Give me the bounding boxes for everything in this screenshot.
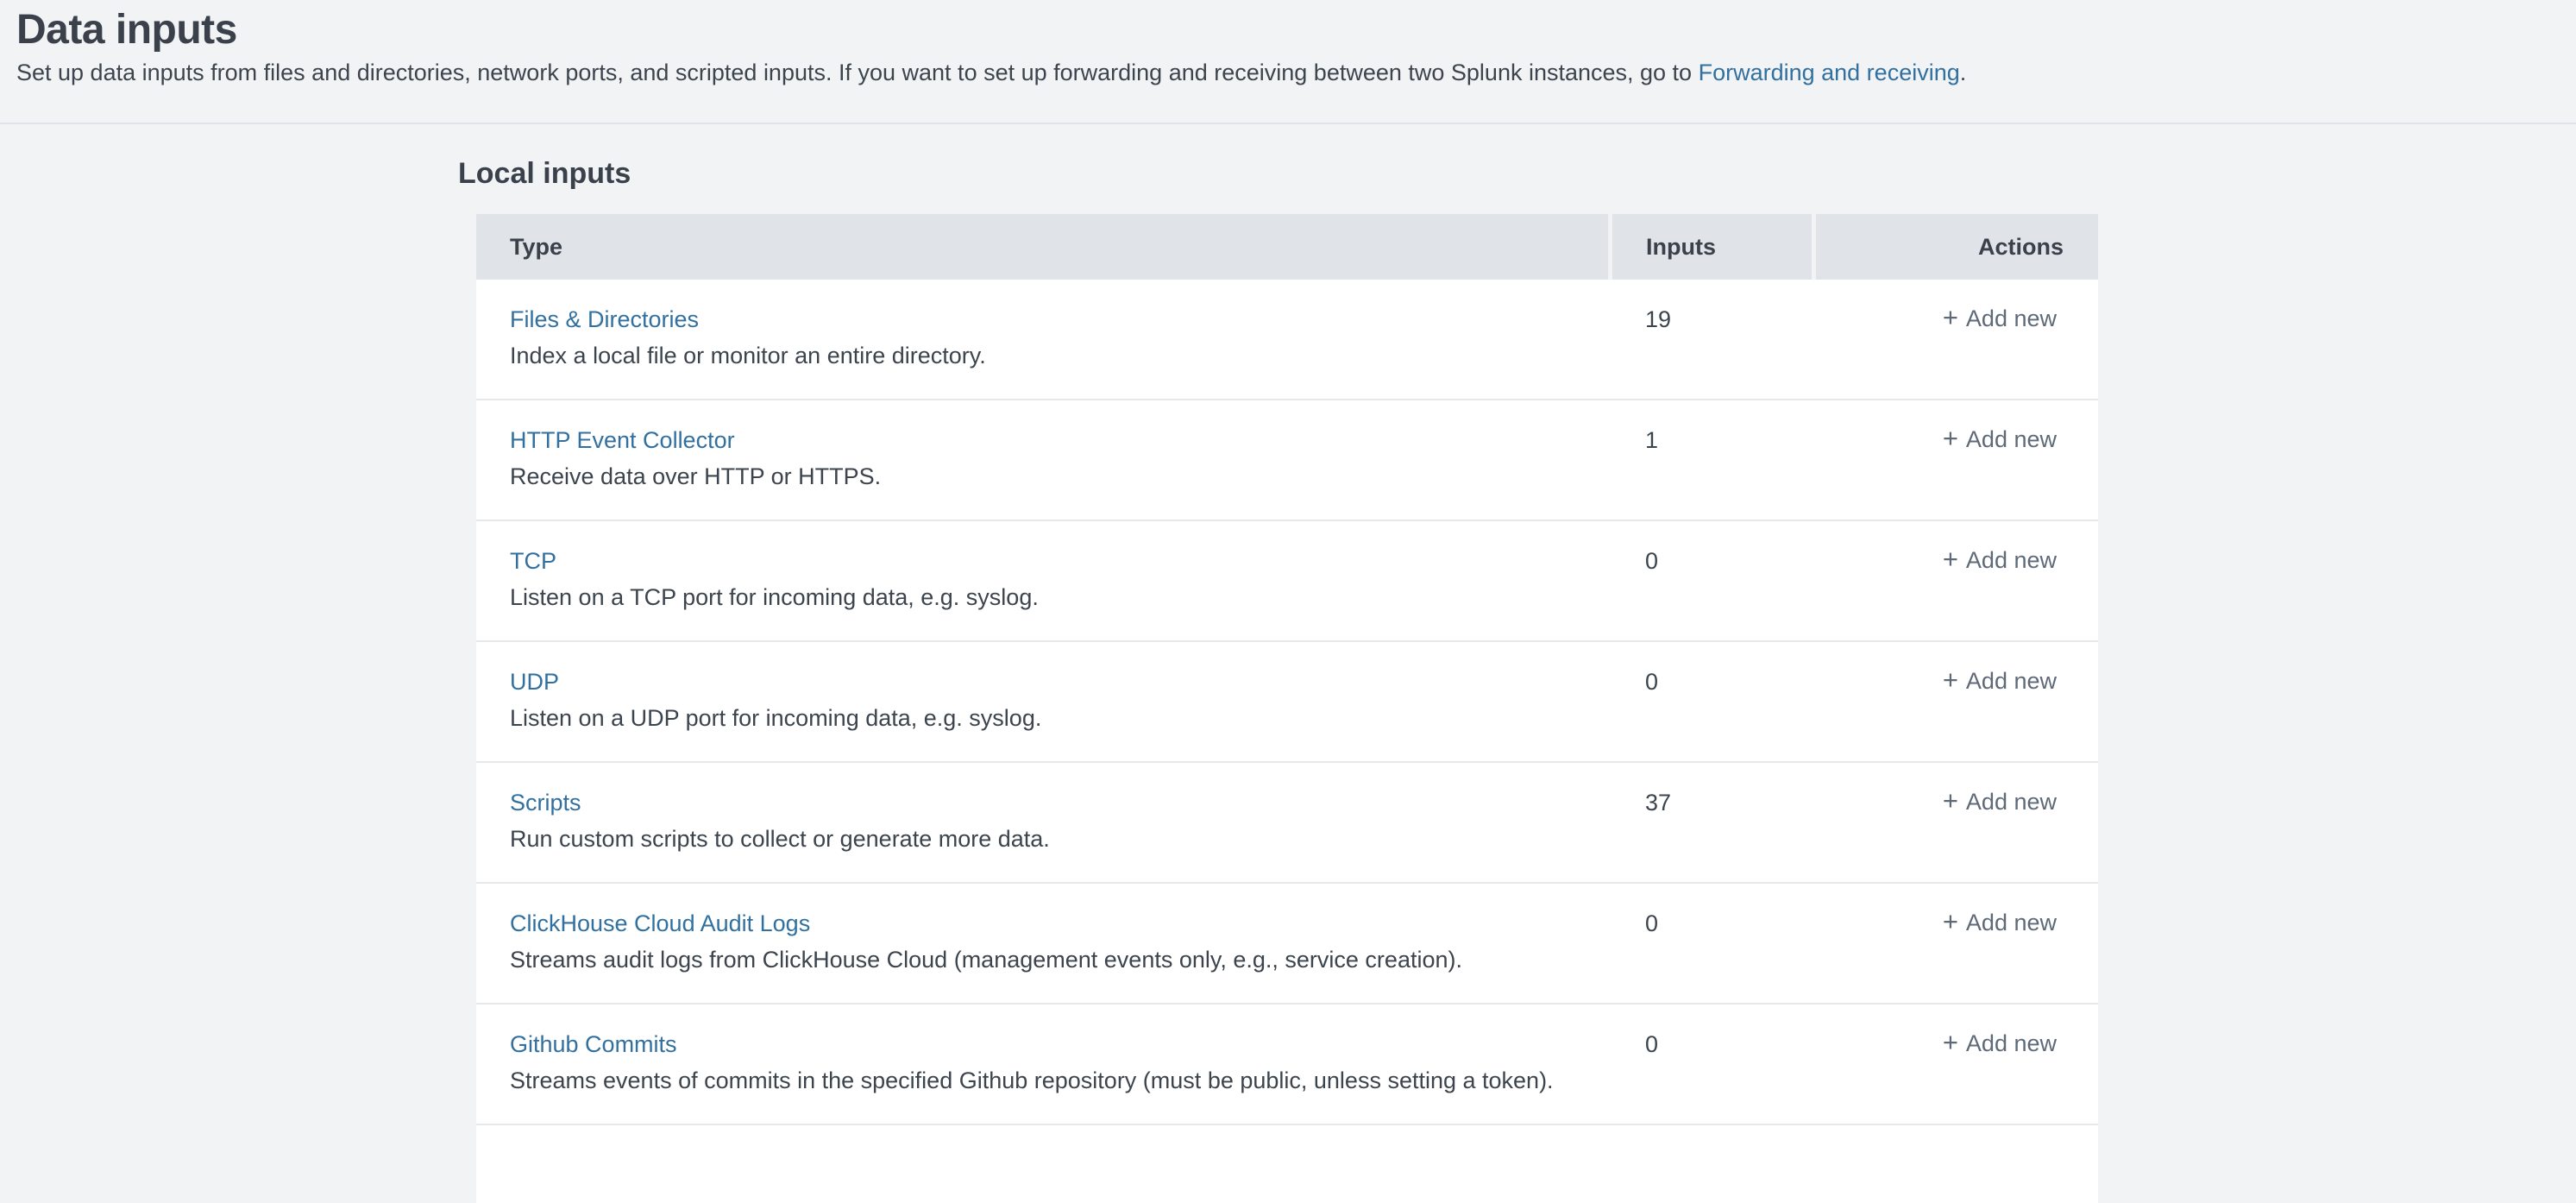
table-row: TCP Listen on a TCP port for incoming da… bbox=[476, 521, 2098, 642]
add-new-label: Add new bbox=[1966, 304, 2057, 333]
inputs-count: 19 bbox=[1645, 305, 1671, 333]
input-type-description: Listen on a UDP port for incoming data, … bbox=[510, 704, 1041, 732]
add-new-link[interactable]: + Add new bbox=[1943, 545, 2057, 575]
add-new-link[interactable]: + Add new bbox=[1943, 1029, 2057, 1058]
section-heading: Local inputs bbox=[458, 156, 2576, 191]
add-new-label: Add new bbox=[1966, 666, 2057, 696]
plus-icon: + bbox=[1943, 545, 1958, 574]
add-new-link[interactable]: + Add new bbox=[1943, 425, 2057, 454]
subtitle-period: . bbox=[1960, 60, 1967, 85]
input-type-description: Index a local file or monitor an entire … bbox=[510, 342, 986, 369]
page-subtitle: Set up data inputs from files and direct… bbox=[16, 59, 2576, 86]
input-type-description: Receive data over HTTP or HTTPS. bbox=[510, 463, 881, 490]
add-new-label: Add new bbox=[1966, 908, 2057, 937]
table-row: UDP Listen on a UDP port for incoming da… bbox=[476, 642, 2098, 763]
local-inputs-table: Type Inputs Actions Files & Directories … bbox=[476, 214, 2098, 1203]
page-header: Data inputs Set up data inputs from file… bbox=[0, 0, 2576, 124]
plus-icon: + bbox=[1943, 786, 1958, 816]
input-type-link[interactable]: Files & Directories bbox=[510, 305, 699, 333]
plus-icon: + bbox=[1943, 424, 1958, 453]
plus-icon: + bbox=[1943, 303, 1958, 332]
add-new-link[interactable]: + Add new bbox=[1943, 304, 2057, 333]
input-type-link[interactable]: UDP bbox=[510, 668, 559, 696]
input-type-link[interactable]: TCP bbox=[510, 547, 556, 575]
add-new-link[interactable]: + Add new bbox=[1943, 908, 2057, 937]
input-type-link[interactable]: ClickHouse Cloud Audit Logs bbox=[510, 910, 810, 937]
plus-icon: + bbox=[1943, 907, 1958, 936]
input-type-link[interactable]: Github Commits bbox=[510, 1030, 677, 1058]
add-new-label: Add new bbox=[1966, 1029, 2057, 1058]
input-type-description: Streams audit logs from ClickHouse Cloud… bbox=[510, 946, 1462, 973]
add-new-link[interactable]: + Add new bbox=[1943, 666, 2057, 696]
inputs-count: 0 bbox=[1645, 547, 1658, 575]
input-type-link[interactable]: HTTP Event Collector bbox=[510, 426, 735, 454]
table-row: Files & Directories Index a local file o… bbox=[476, 280, 2098, 400]
plus-icon: + bbox=[1943, 665, 1958, 695]
column-header-type: Type bbox=[476, 214, 1608, 280]
add-new-link[interactable]: + Add new bbox=[1943, 787, 2057, 816]
partial-row bbox=[476, 1125, 2098, 1203]
table-body: Files & Directories Index a local file o… bbox=[476, 280, 2098, 1125]
inputs-count: 0 bbox=[1645, 668, 1658, 696]
table-header: Type Inputs Actions bbox=[476, 214, 2098, 280]
input-type-description: Run custom scripts to collect or generat… bbox=[510, 825, 1050, 853]
subtitle-text: Set up data inputs from files and direct… bbox=[16, 60, 1699, 85]
main-content: Local inputs Type Inputs Actions Files &… bbox=[0, 156, 2576, 1203]
inputs-count: 0 bbox=[1645, 1030, 1658, 1058]
table-row: ClickHouse Cloud Audit Logs Streams audi… bbox=[476, 884, 2098, 1005]
inputs-count: 37 bbox=[1645, 789, 1671, 816]
column-header-inputs: Inputs bbox=[1612, 214, 1812, 280]
input-type-description: Streams events of commits in the specifi… bbox=[510, 1067, 1554, 1094]
input-type-description: Listen on a TCP port for incoming data, … bbox=[510, 583, 1039, 611]
add-new-label: Add new bbox=[1966, 545, 2057, 575]
page-title: Data inputs bbox=[16, 5, 2576, 55]
add-new-label: Add new bbox=[1966, 787, 2057, 816]
inputs-count: 0 bbox=[1645, 910, 1658, 937]
table-row: Scripts Run custom scripts to collect or… bbox=[476, 763, 2098, 884]
plus-icon: + bbox=[1943, 1028, 1958, 1057]
input-type-link[interactable]: Scripts bbox=[510, 789, 581, 816]
inputs-count: 1 bbox=[1645, 426, 1658, 454]
table-row: HTTP Event Collector Receive data over H… bbox=[476, 400, 2098, 521]
add-new-label: Add new bbox=[1966, 425, 2057, 454]
table-row: Github Commits Streams events of commits… bbox=[476, 1005, 2098, 1125]
forwarding-receiving-link[interactable]: Forwarding and receiving bbox=[1699, 60, 1960, 85]
column-header-actions: Actions bbox=[1816, 214, 2098, 280]
